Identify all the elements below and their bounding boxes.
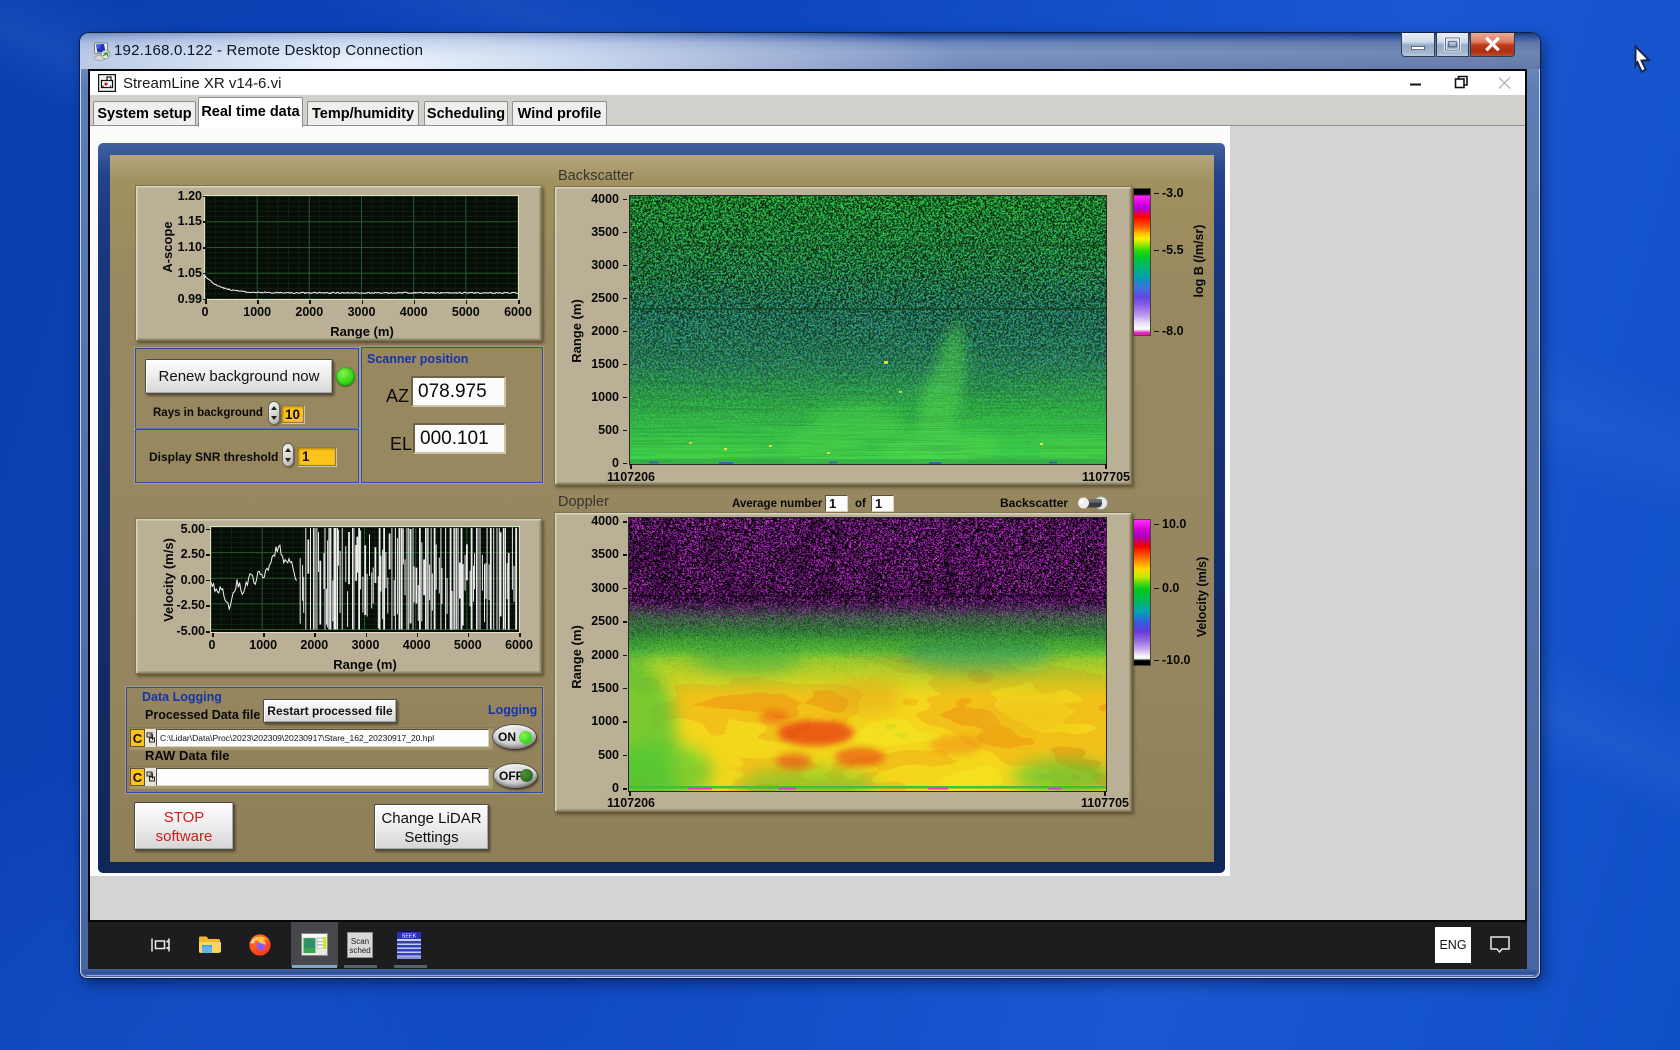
svg-text:SEEK: SEEK xyxy=(402,934,417,940)
